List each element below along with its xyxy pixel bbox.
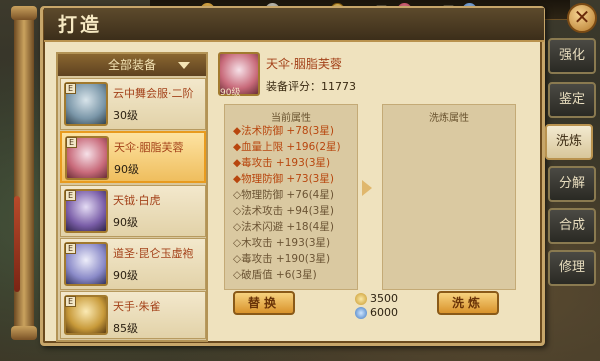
gem-icon xyxy=(355,306,367,319)
attribute-row: ◇毒攻击 +190(3星) xyxy=(233,253,331,265)
refine-button[interactable]: 洗炼 xyxy=(437,291,499,315)
equipment-list[interactable]: 全部装备 E 云中舞会服·二阶 30级 E 天伞·胭脂芙蓉 90级 E 天钺·白… xyxy=(56,52,208,342)
item-level: 85级 xyxy=(113,322,138,335)
list-item[interactable]: E 天手·朱雀 85级 xyxy=(60,291,206,339)
equipment-score-label: 装备评分： xyxy=(266,80,321,93)
item-name: 云中舞会服·二阶 xyxy=(113,87,194,100)
current-attributes-box: 当前属性 ◆法术防御 +78(3星) ◆血量上限 +196(2星) ◆毒攻击 +… xyxy=(224,104,358,290)
cost-coin: 3500 xyxy=(355,292,398,305)
list-item[interactable]: E 云中舞会服·二阶 30级 xyxy=(60,78,206,130)
item-name: 道圣·昆仑玉虚袍 xyxy=(113,247,194,260)
list-item[interactable]: E 道圣·昆仑玉虚袍 90级 xyxy=(60,238,206,290)
attribute-row: ◇木攻击 +193(3星) xyxy=(233,237,331,249)
tab-synthesize[interactable]: 合成 xyxy=(548,208,596,244)
scroll-rod-bottom-knob xyxy=(11,326,37,340)
close-icon: ✕ xyxy=(573,5,591,29)
attribute-row: ◆物理防御 +73(3星) xyxy=(233,173,334,185)
arrow-right-icon xyxy=(362,180,372,196)
item-level: 90级 xyxy=(113,269,138,282)
tab-refine[interactable]: 洗炼 xyxy=(545,124,593,160)
attribute-row: ◆法术防御 +78(3星) xyxy=(233,125,334,137)
item-level: 90级 xyxy=(114,163,139,176)
title-bar xyxy=(44,8,544,42)
equipment-score: 装备评分：11773 xyxy=(266,78,356,94)
attribute-row: ◇物理防御 +76(4星) xyxy=(233,189,334,201)
equipment-score-value: 11773 xyxy=(321,80,356,93)
attribute-row: ◆毒攻击 +193(3星) xyxy=(233,157,331,169)
chevron-down-icon xyxy=(178,62,190,69)
badge-e: E xyxy=(65,190,76,201)
badge-e: E xyxy=(66,137,77,148)
coin-icon xyxy=(355,292,367,305)
equipment-filter-label: 全部装备 xyxy=(107,58,156,72)
cost-coin-value: 3500 xyxy=(370,292,398,305)
refine-attributes-box: 洗炼属性 xyxy=(382,104,516,290)
tab-decompose[interactable]: 分解 xyxy=(548,166,596,202)
attribute-row: ◇破盾值 +6(3星) xyxy=(233,269,317,281)
equipment-filter-dropdown[interactable]: 全部装备 xyxy=(58,54,206,76)
item-level: 90级 xyxy=(113,216,138,229)
attribute-row: ◇法术闪避 +18(4星) xyxy=(233,221,334,233)
selected-equipment-name: 天伞·胭脂芙蓉 xyxy=(266,57,342,71)
cost-gem: 6000 xyxy=(355,306,398,319)
tassel-decoration xyxy=(14,196,20,292)
selected-equipment-level: 90级 xyxy=(220,88,241,98)
list-item[interactable]: E 天钺·白虎 90级 xyxy=(60,185,206,237)
attribute-row: ◆血量上限 +196(2星) xyxy=(233,141,341,153)
item-name: 天手·朱雀 xyxy=(113,300,161,313)
item-name: 天钺·白虎 xyxy=(113,194,161,207)
replace-button[interactable]: 替换 xyxy=(233,291,295,315)
window-title: 打造 xyxy=(58,14,103,36)
scroll-rod-top-knob xyxy=(11,6,37,20)
close-button[interactable]: ✕ xyxy=(567,3,597,33)
list-item-selected[interactable]: E 天伞·胭脂芙蓉 90级 xyxy=(60,131,206,183)
attribute-row: ◇法术攻击 +94(3星) xyxy=(233,205,334,217)
tab-repair[interactable]: 修理 xyxy=(548,250,596,286)
current-attributes-header: 当前属性 xyxy=(271,113,311,124)
item-level: 30级 xyxy=(113,109,138,122)
cost-gem-value: 6000 xyxy=(370,306,398,319)
badge-e: E xyxy=(65,243,76,254)
refine-attributes-header: 洗炼属性 xyxy=(429,113,469,124)
tab-strengthen[interactable]: 强化 xyxy=(548,38,596,74)
badge-e: E xyxy=(65,296,76,307)
tab-identify[interactable]: 鉴定 xyxy=(548,82,596,118)
badge-e: E xyxy=(65,83,76,94)
item-name: 天伞·胭脂芙蓉 xyxy=(114,141,184,154)
